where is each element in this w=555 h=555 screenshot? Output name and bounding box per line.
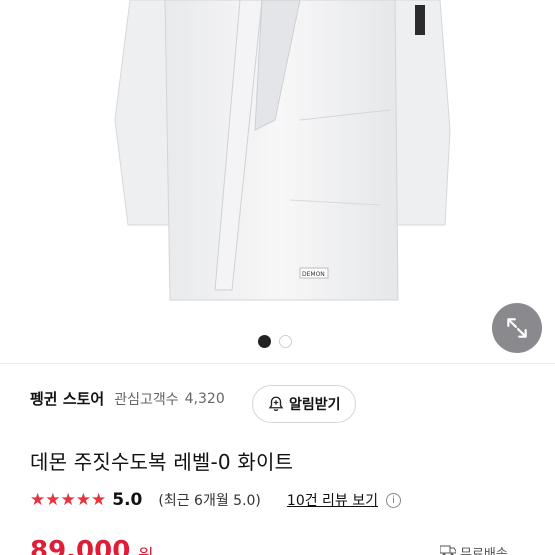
recent-rating: (최근 6개월 5.0) bbox=[158, 493, 261, 509]
bell-plus-icon bbox=[268, 396, 284, 412]
rating-stars: ★ ★ ★ ★ ★ bbox=[30, 489, 107, 510]
price: 89,000 bbox=[30, 536, 131, 555]
rating-score: 5.0 bbox=[112, 490, 143, 510]
shipping-label: 무료배송 bbox=[460, 547, 508, 555]
fan-count: 4,320 bbox=[184, 390, 225, 407]
divider bbox=[0, 363, 555, 364]
alert-button-label: 알림받기 bbox=[289, 397, 341, 413]
expand-arrows-icon bbox=[507, 318, 527, 338]
carousel-indicator bbox=[258, 335, 292, 348]
alert-subscribe-button[interactable]: 알림받기 bbox=[252, 385, 356, 423]
star-icon: ★ bbox=[75, 489, 91, 510]
jacket-tag-text: DEMON bbox=[302, 271, 325, 278]
expand-image-button[interactable] bbox=[492, 303, 542, 353]
truck-icon bbox=[439, 545, 457, 555]
star-icon: ★ bbox=[91, 489, 107, 510]
star-icon: ★ bbox=[45, 489, 61, 510]
fan-count-label: 관심고객수 bbox=[114, 391, 179, 408]
shipping-info: 무료배송 bbox=[439, 543, 508, 555]
jacket-image: DEMON bbox=[114, 0, 451, 301]
store-info: 펭귄 스토어 관심고객수 4,320 bbox=[30, 388, 225, 409]
info-icon[interactable]: i bbox=[386, 492, 402, 508]
price-unit: 원 bbox=[138, 541, 154, 555]
product-image[interactable]: DEMON bbox=[0, 0, 555, 326]
star-icon: ★ bbox=[30, 489, 46, 510]
star-icon: ★ bbox=[60, 489, 76, 510]
product-title: 데몬 주짓수도복 레벨-0 화이트 bbox=[30, 450, 294, 474]
carousel-dot-2[interactable] bbox=[279, 335, 292, 348]
carousel-dot-1[interactable] bbox=[258, 335, 271, 348]
store-name[interactable]: 펭귄 스토어 bbox=[30, 388, 104, 409]
rating-row: ★ ★ ★ ★ ★ 5.0 (최근 6개월 5.0) 10건 리뷰 보기 i bbox=[30, 489, 402, 510]
review-link[interactable]: 10건 리뷰 보기 bbox=[287, 490, 378, 510]
